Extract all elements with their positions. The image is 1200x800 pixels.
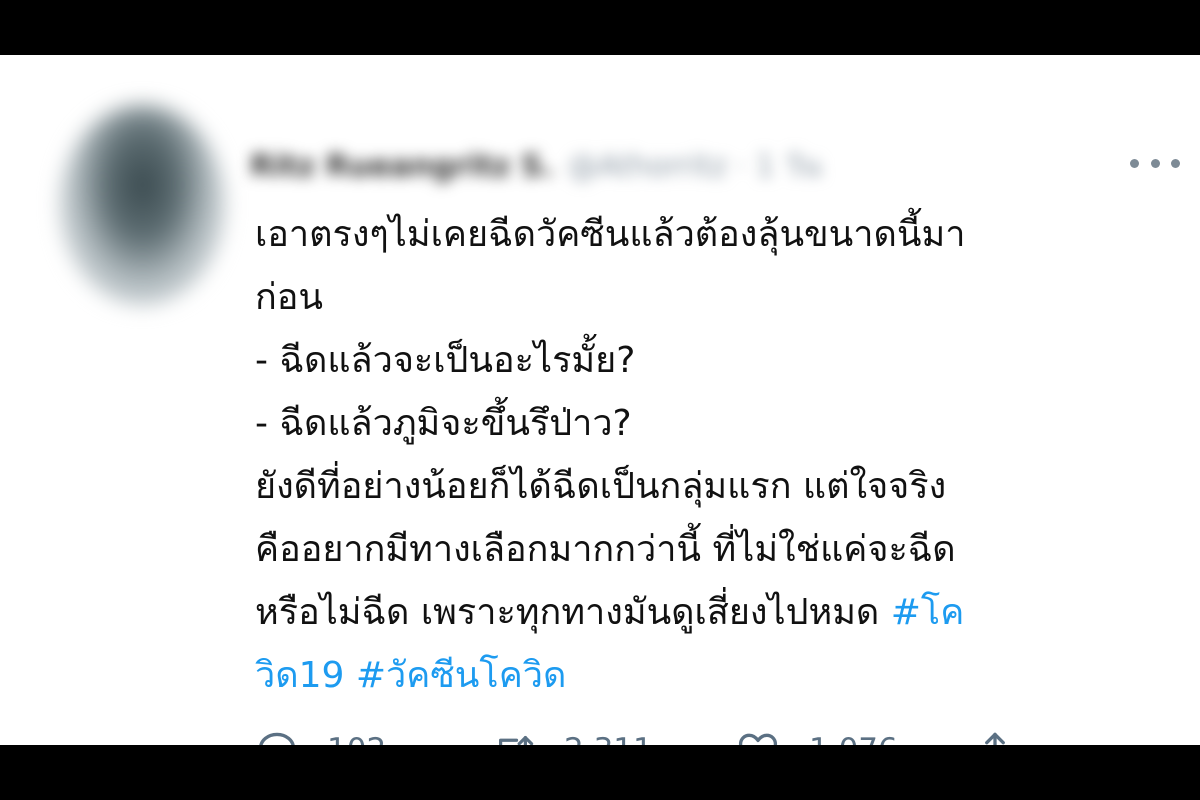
hashtag-part[interactable]: วิด19 — [255, 655, 344, 696]
share-icon — [985, 732, 1005, 745]
more-dots-icon[interactable] — [1130, 153, 1180, 173]
tweet-text: เอาตรงๆไม่เคยฉีดวัคซีนแล้วต้องลุ้นขนาดนี… — [255, 203, 1155, 707]
avatar[interactable] — [60, 105, 225, 305]
hashtag-covid-vaccine[interactable]: #วัคซีนโควิด — [356, 655, 567, 696]
like-button[interactable]: 1,076 — [735, 725, 898, 745]
letterbox-frame: Ritz Rueangritz S. @Athorritz · 1 วัน เอา… — [0, 0, 1200, 800]
tweet-line: ก่อน — [255, 277, 324, 318]
tweet-line: ยังดีที่อย่างน้อยก็ได้ฉีดเป็นกลุ่มแรก แต… — [255, 466, 947, 507]
retweet-icon — [499, 736, 534, 745]
more-dot — [1150, 158, 1160, 168]
tweet-card[interactable]: Ritz Rueangritz S. @Athorritz · 1 วัน เอา… — [0, 55, 1200, 745]
reply-button[interactable]: 102 — [255, 725, 386, 745]
like-count: 1,076 — [809, 732, 898, 745]
heart-icon — [738, 733, 778, 745]
reply-bubble-icon — [259, 732, 295, 745]
more-dot — [1130, 158, 1139, 168]
tweet-line: หรือไม่ฉีด เพราะทุกทางมันดูเสี่ยงไปหมด — [255, 592, 891, 633]
retweet-button[interactable]: 2,311 — [490, 725, 653, 745]
tweet-line: - ฉีดแล้วภูมิจะขึ้นรึป่าว? — [255, 403, 632, 444]
action-bar: 102 2,311 1,076 — [255, 725, 1055, 745]
tweet-header: Ritz Rueangritz S. @Athorritz · 1 วัน — [250, 143, 1030, 187]
author-handle[interactable]: @Athorritz · 1 วัน — [568, 149, 822, 184]
hashtag-part[interactable]: #โค — [891, 592, 965, 633]
more-dot — [1171, 158, 1180, 168]
author-name[interactable]: Ritz Rueangritz S. — [250, 149, 554, 184]
share-button[interactable] — [973, 725, 1017, 745]
tweet-line: เอาตรงๆไม่เคยฉีดวัคซีนแล้วต้องลุ้นขนาดนี… — [255, 214, 966, 255]
reply-count: 102 — [327, 732, 386, 745]
tweet-line: คืออยากมีทางเลือกมากกว่านี้ ที่ไม่ใช่แค่… — [255, 529, 956, 570]
retweet-count: 2,311 — [564, 732, 653, 745]
tweet-line: - ฉีดแล้วจะเป็นอะไรมั้ย? — [255, 340, 636, 381]
